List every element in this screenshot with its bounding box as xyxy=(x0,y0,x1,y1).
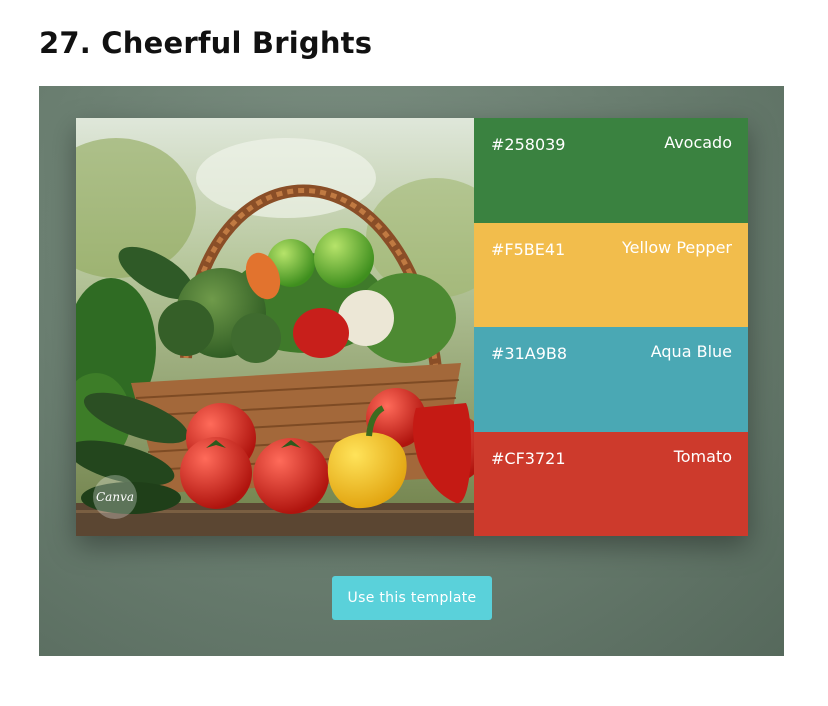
canva-logo: Canva xyxy=(93,475,137,519)
template-preview-stage: Canva #258039 Avocado #F5BE41 Yellow Pep… xyxy=(39,86,784,656)
swatch-tomato: #CF3721 Tomato xyxy=(474,431,748,536)
swatch-name: Avocado xyxy=(664,133,732,152)
swatch-name: Aqua Blue xyxy=(650,342,732,361)
swatch-avocado: #258039 Avocado xyxy=(474,118,748,223)
use-template-button[interactable]: Use this template xyxy=(332,576,492,620)
color-palette: #258039 Avocado #F5BE41 Yellow Pepper #3… xyxy=(474,118,748,536)
vegetable-basket-photo: Canva xyxy=(76,118,474,536)
page-title: 27. Cheerful Brights xyxy=(39,26,373,60)
swatch-hex: #258039 xyxy=(491,135,566,154)
palette-card: Canva #258039 Avocado #F5BE41 Yellow Pep… xyxy=(76,118,748,536)
swatch-yellow-pepper: #F5BE41 Yellow Pepper xyxy=(474,222,748,327)
swatch-hex: #F5BE41 xyxy=(491,239,566,259)
swatch-hex: #CF3721 xyxy=(491,448,566,468)
swatch-name: Yellow Pepper xyxy=(622,237,732,257)
swatch-name: Tomato xyxy=(673,446,732,466)
swatch-hex: #31A9B8 xyxy=(491,344,568,363)
vegetable-basket-illustration xyxy=(76,118,474,536)
swatch-aqua-blue: #31A9B8 Aqua Blue xyxy=(474,327,748,432)
